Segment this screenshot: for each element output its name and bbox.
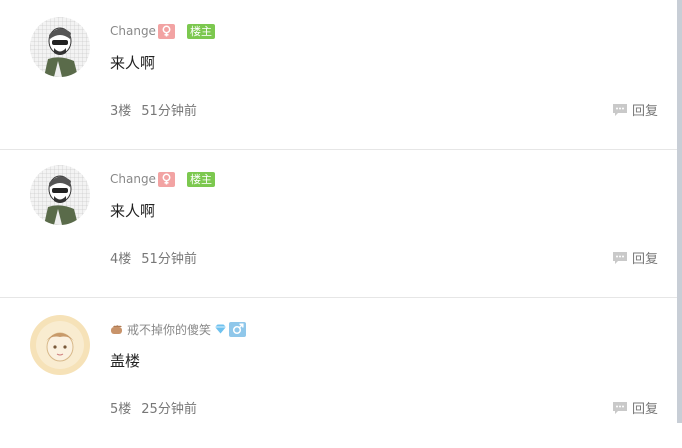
author-info: 戒不掉你的傻笑 (110, 320, 247, 338)
floor-number: 5楼 (110, 402, 132, 417)
comment-icon (612, 401, 628, 415)
reply-button[interactable]: 回复 (612, 398, 658, 417)
female-icon (157, 171, 175, 187)
reply-label: 回复 (631, 402, 658, 417)
post-meta: 3楼 51分钟前 (110, 100, 197, 119)
user-avatar[interactable] (30, 165, 90, 225)
user-avatar[interactable] (30, 17, 90, 77)
username[interactable]: 戒不掉你的傻笑 (127, 321, 211, 338)
post-meta: 4楼 51分钟前 (110, 248, 197, 267)
scrollbar[interactable] (677, 0, 682, 423)
username[interactable]: Change (110, 172, 156, 186)
post-time: 51分钟前 (141, 104, 197, 119)
thread-owner-badge: 楼主 (186, 171, 215, 187)
post-content: 盖楼 (110, 352, 141, 370)
post-item: Change 楼主 来人啊 3楼 51分钟前 回复 (0, 0, 677, 150)
reply-label: 回复 (631, 252, 658, 267)
fist-icon (110, 324, 124, 335)
author-info: Change 楼主 (110, 170, 215, 188)
username[interactable]: Change (110, 24, 156, 38)
male-icon (229, 321, 247, 337)
post-content: 来人啊 (110, 54, 156, 72)
diamond-icon (214, 324, 227, 334)
thread-owner-badge: 楼主 (186, 23, 215, 39)
post-content: 来人啊 (110, 202, 156, 220)
comment-icon (612, 103, 628, 117)
reply-label: 回复 (631, 104, 658, 119)
reply-button[interactable]: 回复 (612, 248, 658, 267)
author-info: Change 楼主 (110, 22, 215, 40)
post-item: Change 楼主 来人啊 4楼 51分钟前 回复 (0, 148, 677, 298)
floor-number: 4楼 (110, 252, 132, 267)
user-avatar[interactable] (30, 315, 90, 375)
floor-number: 3楼 (110, 104, 132, 119)
reply-button[interactable]: 回复 (612, 100, 658, 119)
female-icon (157, 23, 175, 39)
post-time: 25分钟前 (141, 402, 197, 417)
post-item: 戒不掉你的傻笑 盖楼 5楼 25分钟前 回复 (0, 298, 677, 448)
comment-icon (612, 251, 628, 265)
post-meta: 5楼 25分钟前 (110, 398, 197, 417)
post-time: 51分钟前 (141, 252, 197, 267)
